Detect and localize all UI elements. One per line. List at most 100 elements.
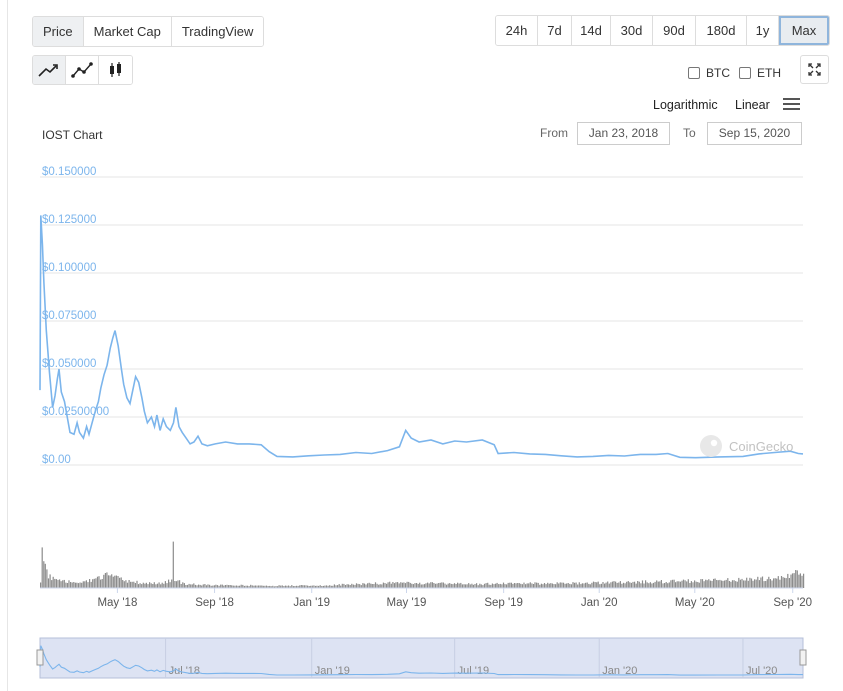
volume-bar (684, 580, 686, 588)
volume-bar (703, 581, 705, 588)
volume-bar (62, 580, 64, 588)
volume-bar (651, 583, 653, 588)
volume-bar (529, 582, 531, 588)
volume-bar (60, 581, 62, 588)
volume-bar (632, 581, 634, 588)
volume-bar (777, 576, 779, 588)
volume-bar (750, 578, 753, 588)
coingecko-watermark: CoinGecko (700, 435, 793, 457)
volume-bar (155, 584, 157, 588)
navigator-right-handle[interactable] (799, 649, 807, 666)
volume-bar (604, 583, 606, 588)
volume-bar (569, 583, 571, 588)
chart-grid (40, 176, 803, 466)
volume-bar (646, 582, 648, 588)
volume-bar (787, 573, 789, 588)
volume-bar (741, 578, 743, 588)
volume-bar (765, 581, 767, 588)
volume-bar (506, 584, 508, 588)
volume-bar (182, 582, 184, 588)
volume-bar (785, 578, 787, 588)
volume-bar (555, 584, 557, 588)
volume-bar (466, 584, 468, 588)
volume-bar (338, 584, 340, 588)
volume-bar (695, 581, 697, 588)
volume-bar (622, 582, 625, 588)
volume-bar (71, 582, 73, 588)
volume-bar (501, 584, 503, 588)
y-axis-labels: $0.150000 $0.125000 $0.100000 $0.075000 $0.0… (42, 166, 109, 466)
volume-bar (120, 577, 122, 588)
volume-bar (774, 578, 776, 588)
volume-bar (359, 584, 361, 588)
volume-bar (365, 584, 367, 588)
volume-bar (564, 583, 566, 588)
volume-bar (724, 580, 726, 588)
volume-bar (363, 583, 365, 588)
volume-bar (720, 580, 723, 588)
volume-bar (191, 584, 193, 588)
volume-bar (654, 581, 656, 588)
volume-bar (427, 582, 429, 588)
volume-bar (600, 583, 602, 588)
volume-bar (51, 580, 53, 588)
volume-bar (643, 583, 645, 588)
volume-bar (586, 582, 588, 588)
volume-bar (352, 584, 354, 588)
x-tick-label: Sep '18 (195, 597, 234, 609)
volume-bar (752, 580, 754, 588)
volume-bar (487, 582, 489, 588)
volume-bar (743, 580, 745, 588)
x-tick-label: Sep '20 (773, 597, 812, 609)
volume-bar (392, 582, 394, 588)
volume-bar (790, 574, 792, 588)
volume-bar (401, 582, 403, 588)
volume-bar (553, 584, 555, 588)
volume-bar (730, 581, 732, 588)
volume-bar (763, 581, 765, 588)
volume-bar (468, 583, 470, 588)
volume-bar (103, 574, 105, 588)
volume-bar (610, 582, 612, 588)
y-tick-label: $0.075000 (42, 310, 96, 322)
volume-bar (152, 584, 154, 588)
x-tick-label: May '19 (387, 597, 427, 609)
volume-bar (96, 576, 99, 588)
volume-bar (452, 584, 454, 588)
volume-bar (561, 582, 563, 588)
x-tick-label: Sep '19 (484, 597, 523, 609)
volume-bar (725, 579, 727, 588)
navigator[interactable]: Jul '18 Jan '19 Jul '19 Jan '20 Jul '20 (36, 637, 807, 679)
volume-bar (518, 583, 520, 588)
volume-bar (766, 579, 768, 588)
volume-bar (355, 583, 358, 588)
volume-bar (616, 582, 618, 588)
volume-bar (98, 576, 100, 588)
volume-bar (755, 579, 757, 588)
volume-bar (502, 582, 505, 588)
volume-bar (689, 583, 691, 588)
volume-bars (40, 541, 805, 588)
volume-bar (87, 582, 89, 588)
volume-bar (220, 584, 222, 588)
volume-bar (190, 584, 192, 588)
volume-bar (615, 581, 617, 588)
volume-bar (436, 583, 438, 588)
volume-bar (417, 583, 419, 588)
volume-bar (602, 582, 604, 588)
volume-bar (671, 579, 674, 588)
volume-bar (543, 583, 546, 588)
volume-bar (675, 582, 677, 588)
volume-bar (114, 575, 116, 588)
volume-bar (761, 576, 764, 588)
navigator-left-handle[interactable] (36, 649, 44, 666)
volume-bar (668, 582, 670, 588)
volume-bar (460, 582, 462, 588)
volume-bar (441, 582, 443, 588)
volume-bar (719, 579, 721, 588)
volume-bar (95, 578, 97, 588)
volume-bar (346, 584, 348, 588)
volume-bar (450, 583, 452, 588)
volume-bar (532, 584, 535, 588)
volume-bar (348, 584, 350, 588)
